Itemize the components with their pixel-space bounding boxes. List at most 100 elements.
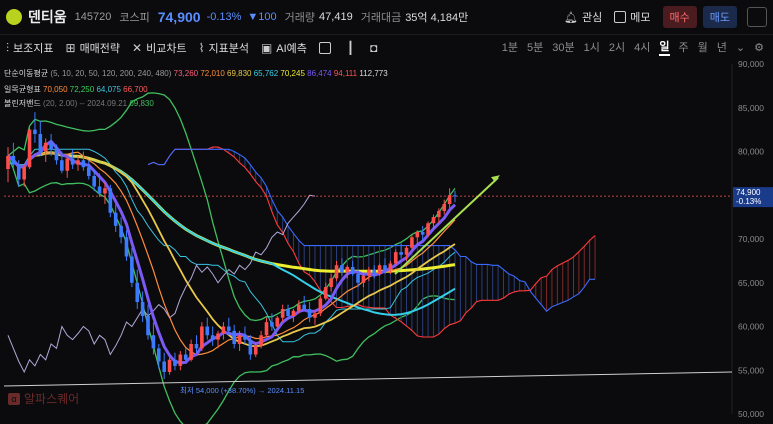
- price-chart[interactable]: 90,00085,00080,00075,00070,00065,00060,0…: [0, 60, 773, 424]
- candle-body: [334, 265, 339, 279]
- y-tick-label: 90,000: [738, 60, 764, 69]
- candle-body: [253, 345, 258, 355]
- legend-bollinger[interactable]: 볼린저밴드 (20, 2.00) -- 2024.09.21 69,830: [4, 98, 154, 109]
- amount-value: 35억 4,184만: [405, 12, 469, 24]
- memo-button[interactable]: 메모: [614, 9, 651, 25]
- compare-button[interactable]: ✕ 비교차트: [132, 40, 187, 56]
- buy-button[interactable]: 매수: [662, 6, 697, 28]
- period-3[interactable]: 1시: [584, 39, 600, 55]
- candle-body: [437, 211, 441, 218]
- favorite-button[interactable]: 🔔︎ 관심: [564, 9, 602, 25]
- period-8[interactable]: 월: [698, 39, 708, 55]
- candle-body: [377, 265, 382, 274]
- layout-button[interactable]: [318, 42, 335, 54]
- period-1[interactable]: 5분: [527, 39, 543, 55]
- legend-ichimoku-value: 66,700: [120, 85, 148, 94]
- candle-body: [420, 232, 425, 235]
- chevron-down-icon[interactable]: ⌄: [736, 41, 745, 54]
- legend-sma-value: 70,245: [278, 69, 305, 78]
- candle-body: [232, 330, 236, 344]
- stock-name[interactable]: 덴티움: [28, 7, 67, 27]
- candle-body: [264, 322, 269, 336]
- gear-icon[interactable]: ⚙: [754, 41, 764, 54]
- volume-value: 47,419: [319, 11, 353, 23]
- memo-icon: [614, 11, 627, 23]
- candle-body: [318, 298, 323, 314]
- period-4[interactable]: 2시: [609, 39, 625, 55]
- candle-body: [227, 326, 231, 331]
- candle-body: [54, 149, 59, 161]
- candle-body: [81, 160, 86, 168]
- legend-ichimoku[interactable]: 일목균형표 70,050 72,250 64,075 66,700: [4, 84, 148, 95]
- aux-indicator-button[interactable]: ⫶ 보조지표: [6, 40, 54, 56]
- legend-ichimoku-value: 64,075: [94, 85, 121, 94]
- candle-body: [302, 304, 307, 309]
- candle-body: [399, 252, 403, 255]
- candle-body: [447, 195, 452, 204]
- sma50-line: [7, 151, 456, 316]
- strategy-label: 매매전략: [79, 43, 121, 55]
- candle-body: [388, 263, 393, 270]
- candle-body: [442, 204, 447, 211]
- candle-type-button[interactable]: ┃: [347, 41, 358, 55]
- candle-body: [286, 309, 290, 316]
- period-5[interactable]: 4시: [634, 39, 650, 55]
- strategy-button[interactable]: ⊞ 매매전략: [66, 40, 121, 56]
- candle-body: [11, 155, 16, 165]
- legend-sma-value: 94,111: [331, 69, 358, 78]
- candle-body: [270, 322, 274, 327]
- side-panel-icon[interactable]: [747, 7, 767, 27]
- period-0[interactable]: 1분: [502, 39, 518, 55]
- candle-body: [92, 176, 96, 187]
- trend-line: [3, 371, 733, 387]
- legend-ichimoku-value: 72,250: [67, 85, 95, 94]
- period-7[interactable]: 주: [679, 39, 689, 55]
- y-tick-label: 70,000: [738, 234, 764, 244]
- candle-body: [130, 256, 134, 283]
- candle-body: [103, 188, 107, 194]
- legend-sma-value: 72,010: [198, 69, 225, 78]
- candle-body: [200, 326, 204, 349]
- candle-body: [350, 267, 355, 274]
- square-icon: [318, 42, 331, 54]
- legend-sma[interactable]: 단순이동평균 (5, 10, 20, 50, 120, 200, 240, 48…: [4, 68, 388, 79]
- candle-body: [313, 313, 317, 318]
- ai-predict-button[interactable]: ▣ AI예측: [261, 40, 307, 56]
- low-price-annotation: 최저 54,000 (+38.70%) → 2024.11.15: [180, 385, 304, 395]
- candle-body: [356, 274, 360, 283]
- candle-body: [453, 195, 457, 197]
- candle-body: [86, 167, 91, 176]
- current-price: 74,900: [157, 9, 201, 25]
- candle-body: [108, 188, 113, 213]
- legend-ichimoku-values: 70,050 72,250 64,075 66,700: [43, 85, 148, 94]
- candle-body: [43, 142, 48, 152]
- indicator-icon: ⫶: [6, 40, 10, 55]
- compare-icon: ✕: [132, 41, 143, 55]
- candle-body: [431, 217, 436, 224]
- candle-body: [27, 129, 32, 168]
- candle-body: [383, 265, 387, 270]
- y-tick-label: 65,000: [738, 278, 764, 288]
- candle-body: [16, 164, 21, 180]
- legend-bollinger-value: 69,830: [129, 99, 154, 108]
- screenshot-button[interactable]: ◘: [370, 41, 381, 55]
- legend-sma-value: 112,773: [357, 69, 388, 78]
- candle-body: [76, 160, 80, 165]
- candle-body: [65, 158, 70, 171]
- ai-label: AI예측: [276, 43, 307, 55]
- tech-analysis-button[interactable]: ⌇ 지표분석: [199, 40, 249, 56]
- y-tick-label: 50,000: [738, 409, 764, 419]
- candle-body: [404, 247, 409, 255]
- candle-body: [119, 225, 123, 238]
- period-6[interactable]: 일: [659, 38, 670, 56]
- period-2[interactable]: 30분: [552, 39, 574, 55]
- candle-body: [38, 134, 43, 152]
- candle-body: [237, 335, 242, 344]
- candle-body: [167, 359, 172, 372]
- candle-body: [140, 302, 145, 316]
- period-9[interactable]: 년: [717, 39, 727, 55]
- candle-body: [49, 142, 53, 150]
- sell-button[interactable]: 매도: [702, 6, 737, 28]
- stock-code: 145720: [74, 11, 112, 23]
- compare-label: 비교차트: [146, 43, 187, 55]
